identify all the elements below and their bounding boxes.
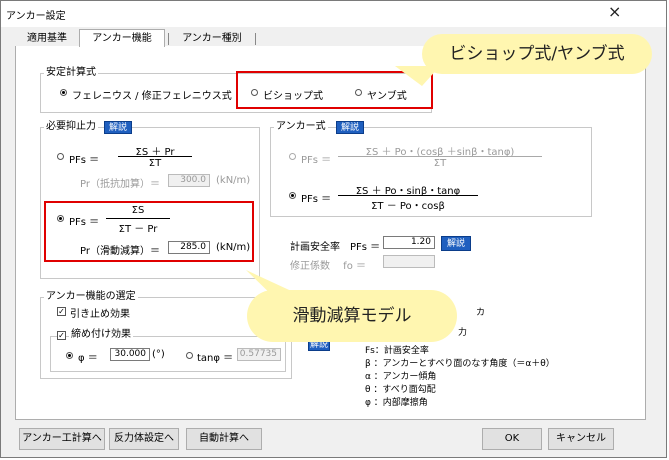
anchor-calc-button[interactable]: アンカー工計算へ [19,428,105,450]
callout-sliding-model: 滑動減算モデル [247,290,457,342]
cancel-button[interactable]: キャンセル [548,428,614,450]
auto-calc-button[interactable]: 自動計算へ [186,428,262,450]
reaction-settings-button[interactable]: 反力体設定へ [109,428,179,450]
ok-button[interactable]: OK [482,428,542,450]
callout-bishop-janbu: ビショップ式/ヤンブ式 [422,34,652,74]
